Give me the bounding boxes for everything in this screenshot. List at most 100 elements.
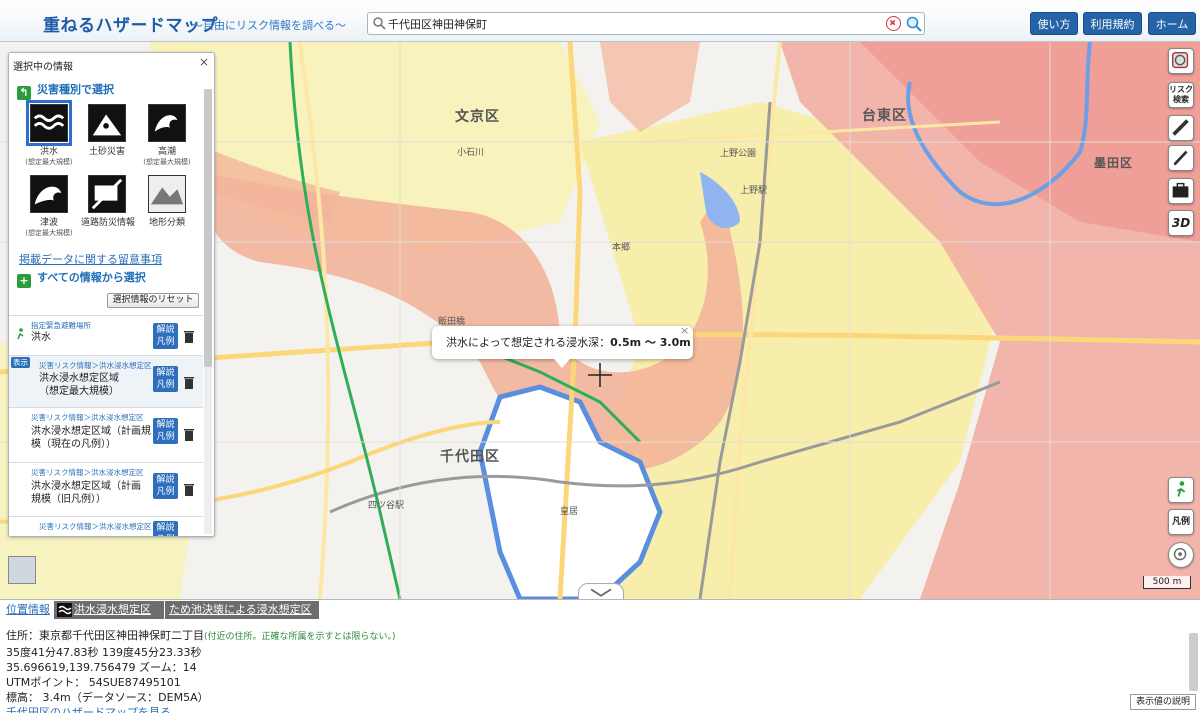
elevation: 標高： 3.4m（データソース：DEM5A） — [6, 691, 209, 704]
hazard-map-link[interactable]: 千代田区のハザードマップを見る — [6, 705, 396, 713]
tagline: ～自由にリスク情報を調べる～ — [192, 19, 346, 32]
reset-selection-button[interactable]: 選択情報のリセット — [107, 293, 199, 308]
hazard-flood[interactable]: 洪水 (想定最大規模) — [23, 100, 75, 167]
map-label-taito: 台東区 — [862, 108, 907, 124]
search-input[interactable] — [388, 15, 848, 33]
evacuation-icon[interactable] — [1168, 477, 1194, 503]
hazard-label: 洪水 — [39, 147, 58, 157]
panel-scrollbar[interactable] — [204, 89, 212, 534]
address-note: (付近の住所。正確な所属を示すとは限らない。) — [204, 632, 396, 642]
list-item[interactable]: 災害リスク情報＞洪水浸水想定区 洪水浸水想定区域（計画 規模（旧凡例）） 解説 … — [9, 462, 203, 516]
flood-tab-icon — [57, 603, 72, 617]
hazard-label: 道路防災情報 — [81, 218, 136, 228]
map-label-chiyoda: 千代田区 — [440, 449, 500, 465]
item-name: 洪水 — [31, 332, 51, 343]
bottom-scrollbar[interactable] — [1189, 633, 1198, 691]
flood-icon — [26, 100, 72, 146]
hazard-landslide[interactable]: 土砂災害 — [81, 104, 133, 157]
popup-tail — [554, 359, 570, 368]
clear-search-icon[interactable] — [886, 16, 901, 31]
hazard-sub: (想定最大規模) — [25, 229, 73, 237]
popup-close-icon[interactable]: × — [680, 314, 689, 347]
list-item[interactable]: 災害リスク情報＞洪水浸水想定区 洪水浸水想定区域（計画規 模（現在の凡例）） 解… — [9, 407, 203, 462]
hazard-label: 高潮 — [157, 147, 176, 157]
map-label-hongo: 本郷 — [612, 243, 631, 253]
list-item[interactable]: 災害リスク情報＞洪水浸水想定区 解説 凡例 — [9, 516, 203, 536]
landform-icon — [148, 175, 186, 213]
map-label-kokyo: 皇居 — [560, 507, 579, 517]
hazard-map-app: 重ねるハザードマップ ～自由にリスク情報を調べる～ 使い方 利用規約 ホーム — [0, 0, 1200, 713]
how-to-use-button[interactable]: 使い方 — [1030, 12, 1078, 35]
toolbox-icon[interactable] — [1168, 178, 1194, 204]
explain-legend-button[interactable]: 解説 凡例 — [153, 521, 178, 536]
flood-depth-popup: 洪水によって想定される浸水深：0.5m 〜 3.0m × — [432, 324, 693, 368]
minimap-toggle[interactable] — [8, 556, 36, 584]
map-label-sumida: 墨田区 — [1094, 156, 1134, 170]
hazard-landform[interactable]: 地形分類 — [141, 175, 193, 228]
trash-icon[interactable] — [183, 427, 195, 442]
display-badge: 表示 — [11, 357, 30, 368]
hazard-road[interactable]: 道路防災情報 — [81, 175, 136, 228]
list-item[interactable]: 指定緊急避難場所 洪水 解説 凡例 — [9, 315, 203, 355]
bottom-info-panel: 位置情報 洪水浸水想定区域 ため池決壊による浸水想定区域 住所：東京都千代田区神… — [0, 599, 1200, 713]
3d-icon[interactable]: 3D — [1168, 210, 1194, 236]
map-label-ueno-station: 上野駅 — [740, 186, 768, 196]
current-location-icon[interactable] — [1168, 542, 1194, 568]
map-label-bunkyo: 文京区 — [455, 109, 500, 125]
item-name: 洪水浸水想定区域（計画 規模（旧凡例）） — [31, 481, 141, 505]
scale-bar: 500 m — [1143, 576, 1191, 589]
evacuation-site-icon — [17, 328, 24, 340]
popup-text: 洪水によって想定される浸水深： — [446, 336, 611, 349]
pencil-icon[interactable] — [1168, 145, 1194, 171]
popup-value: 0.5m 〜 3.0m — [610, 336, 691, 349]
hazard-tsunami[interactable]: 津波 (想定最大規模) — [23, 175, 75, 238]
home-button[interactable]: ホーム — [1148, 12, 1196, 35]
trash-icon[interactable] — [183, 375, 195, 390]
explain-legend-button[interactable]: 解説 凡例 — [153, 473, 178, 499]
risk-search-icon[interactable]: リスク 検索 — [1168, 82, 1194, 108]
map-label-yotsuya: 四ツ谷駅 — [368, 501, 405, 511]
trash-icon[interactable] — [183, 482, 195, 497]
landslide-icon — [88, 104, 126, 142]
item-category: 災害リスク情報＞洪水浸水想定区 — [39, 522, 152, 531]
storm-surge-icon — [148, 104, 186, 142]
tab-location-info[interactable]: 位置情報 — [2, 601, 54, 619]
search-icon — [373, 17, 386, 30]
explain-legend-button[interactable]: 解説 凡例 — [153, 366, 178, 392]
hazard-sub: (想定最大規模) — [25, 158, 73, 166]
address: 住所：東京都千代田区神田神保町二丁目 — [6, 629, 204, 642]
terms-button[interactable]: 利用規約 — [1083, 12, 1142, 35]
hazard-storm-surge[interactable]: 高潮 (想定最大規模) — [141, 104, 193, 167]
panel-close-icon[interactable]: × — [199, 55, 209, 69]
item-category: 災害リスク情報＞洪水浸水想定区 — [39, 361, 152, 370]
ruler-icon[interactable] — [1168, 115, 1194, 141]
hazard-label: 地形分類 — [148, 218, 185, 228]
trash-icon[interactable] — [183, 329, 195, 344]
list-item[interactable]: 表示 災害リスク情報＞洪水浸水想定区 洪水浸水想定区域 （想定最大規模） 解説 … — [9, 355, 203, 407]
legend-button[interactable]: 凡例 — [1168, 509, 1194, 535]
panel-title: 選択中の情報 — [13, 62, 73, 73]
value-explanation-button[interactable]: 表示値の説明 — [1130, 694, 1196, 710]
plus-icon: + — [17, 274, 31, 288]
item-category: 災害リスク情報＞洪水浸水想定区 — [31, 413, 144, 422]
tab-reservoir-flood[interactable]: ため池決壊による浸水想定区域 — [165, 601, 319, 634]
explain-legend-button[interactable]: 解説 凡例 — [153, 323, 178, 349]
notice-link[interactable]: 掲載データに関する留意事項 — [19, 251, 162, 267]
map-label-koishikawa: 小石川 — [457, 148, 485, 158]
tsunami-icon — [30, 175, 68, 213]
section-by-hazard-label: 災害種別で選択 — [37, 83, 114, 96]
panel-scroll-thumb[interactable] — [204, 89, 212, 367]
latlon-zoom: 35.696619,139.756479 ズーム：14 — [6, 661, 197, 674]
section-all-info-label: すべての情報から選択 — [37, 271, 146, 284]
utm-point: UTMポイント： 54SUE87495101 — [6, 676, 181, 689]
section-all-info[interactable]: + すべての情報から選択 — [17, 269, 146, 288]
tab-flood-area[interactable]: 洪水浸水想定区域 — [54, 601, 164, 634]
search-go-icon[interactable] — [905, 15, 923, 33]
arrow-icon: ↰ — [17, 86, 31, 100]
hazard-sub: (想定最大規模) — [143, 158, 191, 166]
explain-legend-button[interactable]: 解説 凡例 — [153, 418, 178, 444]
selected-info-panel: 選択中の情報 × ↰ 災害種別で選択 洪水 (想定最大規模) 土砂災害 高潮 (想… — [8, 52, 215, 537]
layers-icon[interactable] — [1168, 48, 1194, 74]
section-by-hazard[interactable]: ↰ 災害種別で選択 — [17, 81, 114, 100]
hazard-label: 土砂災害 — [88, 147, 125, 157]
